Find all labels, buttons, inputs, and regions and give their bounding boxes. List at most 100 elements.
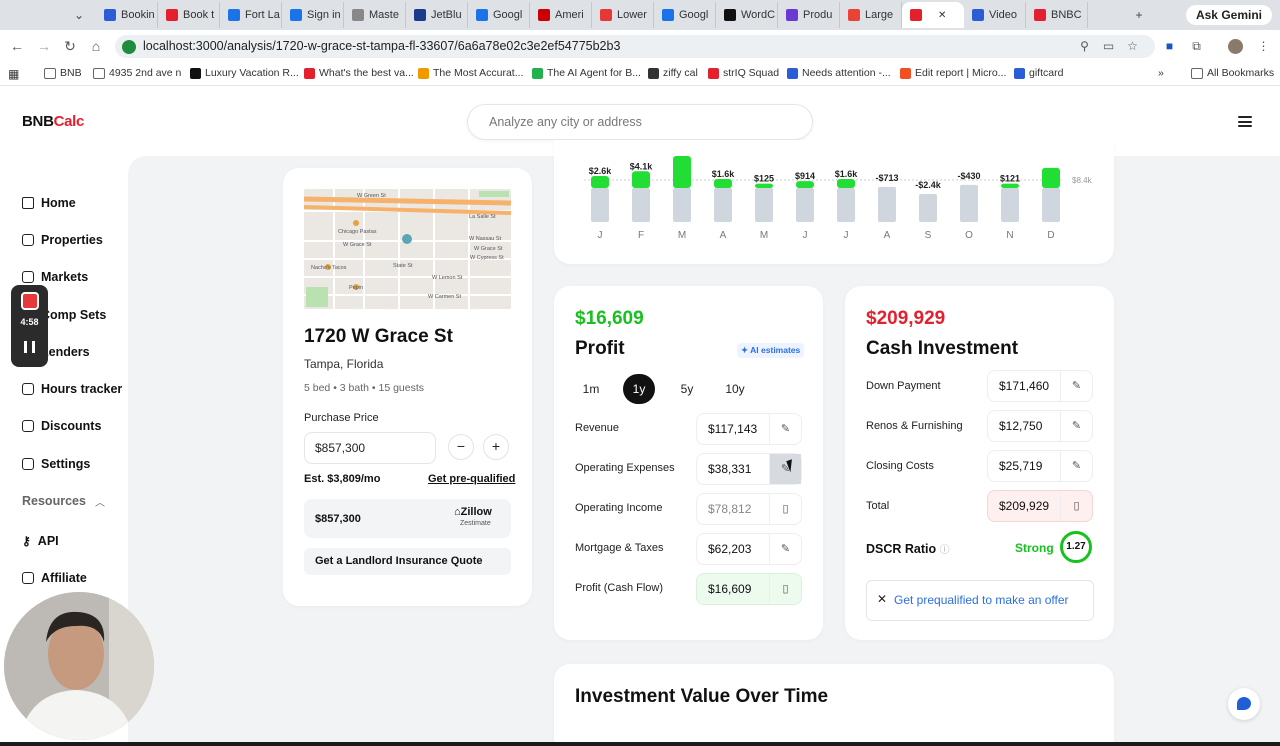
ai-estimates-badge[interactable]: ✦ AI estimates [737, 343, 805, 358]
edit-icon[interactable]: ✎ [1060, 411, 1092, 441]
period-1y[interactable]: 1y [623, 374, 655, 404]
close-icon[interactable]: ✕ [877, 592, 887, 606]
bookmark-item[interactable]: Luxury Vacation R... [190, 67, 299, 79]
site-info-icon[interactable] [122, 40, 136, 54]
bookmark-item[interactable]: Edit report | Micro... [900, 67, 1006, 79]
bookmark-item[interactable]: Needs attention -... [787, 67, 891, 79]
sidebar-item-markets[interactable]: Markets [22, 270, 88, 284]
sidebar-item-settings[interactable]: Settings [22, 457, 90, 471]
browser-tab[interactable]: Lower [592, 2, 654, 28]
profit-value: $16,609 [575, 308, 644, 329]
cash-row-value[interactable]: $171,460 ✎ [987, 370, 1093, 402]
sidebar-item-home[interactable]: Home [22, 196, 76, 210]
period-5y[interactable]: 5y [671, 374, 703, 404]
browser-tab[interactable]: Video [964, 2, 1026, 28]
chart-bar[interactable] [1042, 167, 1060, 188]
sidebar-item-affiliate[interactable]: Affiliate [22, 571, 87, 585]
home-icon[interactable]: ⌂ [88, 38, 104, 54]
browser-tab[interactable]: Fort La [220, 2, 282, 28]
browser-tab[interactable]: WordC [716, 2, 778, 28]
browser-tab[interactable]: ✕ [902, 2, 964, 28]
tab-search-icon[interactable]: ⌄ [70, 6, 88, 24]
bookmark-item[interactable]: BNB [44, 67, 82, 79]
sidebar-item-hours-tracker[interactable]: Hours tracker [22, 382, 122, 396]
bookmark-item[interactable]: 4935 2nd ave n [93, 67, 181, 79]
forward-icon[interactable]: → [36, 38, 52, 54]
bookmark-item[interactable]: giftcard [1014, 67, 1063, 79]
browser-tab[interactable]: Googl [468, 2, 530, 28]
reload-icon[interactable]: ↻ [62, 38, 78, 54]
purchase-price-input[interactable]: $857,300 [304, 432, 436, 464]
period-1m[interactable]: 1m [575, 374, 607, 404]
sidebar-item-discounts[interactable]: Discounts [22, 419, 101, 433]
profit-row-value[interactable]: $117,143 ✎ [696, 413, 802, 445]
browser-tab[interactable]: Produ [778, 2, 840, 28]
period-10y[interactable]: 10y [719, 374, 751, 404]
bookmark-item[interactable]: strIQ Squad [708, 67, 779, 79]
ask-gemini-button[interactable]: Ask Gemini [1185, 5, 1272, 25]
browser-tab[interactable]: Sign in [282, 2, 344, 28]
browser-tab[interactable]: BNBC [1026, 2, 1088, 28]
hamburger-menu-icon[interactable] [1238, 116, 1252, 127]
chart-bar[interactable] [755, 183, 773, 188]
chart-bar[interactable] [796, 181, 814, 188]
chart-bar[interactable] [837, 179, 855, 188]
increase-price-button[interactable]: + [483, 434, 509, 460]
profit-row-value[interactable]: $62,203 ✎ [696, 533, 802, 565]
decrease-price-button[interactable]: − [448, 434, 474, 460]
zoom-icon[interactable]: ⚲ [1077, 39, 1092, 54]
cash-row-value[interactable]: $25,719 ✎ [987, 450, 1093, 482]
chart-bar[interactable] [714, 179, 732, 188]
install-icon[interactable]: ▭ [1101, 39, 1116, 54]
edit-icon[interactable]: ✎ [769, 534, 801, 564]
browser-tab[interactable]: Maste [344, 2, 406, 28]
sidebar-item-properties[interactable]: Properties [22, 233, 103, 247]
extension-bitwarden-icon[interactable]: ■ [1162, 39, 1177, 54]
resources-section-label[interactable]: Resources [22, 494, 86, 508]
bnbcalc-logo[interactable]: BNBCalc [22, 113, 84, 130]
chat-button[interactable] [1228, 688, 1260, 720]
browser-tab[interactable]: Bookin [96, 2, 158, 28]
url-field[interactable]: localhost:3000/analysis/1720-w-grace-st-… [115, 35, 1155, 58]
profile-avatar[interactable] [1228, 39, 1243, 54]
close-tab-icon[interactable]: ✕ [938, 10, 946, 21]
city-address-search-input[interactable]: Analyze any city or address [467, 104, 813, 140]
edit-icon[interactable]: ✎ [769, 414, 801, 444]
bookmark-item[interactable]: What's the best va... [304, 67, 414, 79]
chart-bar[interactable] [673, 156, 691, 188]
sidebar-item-api[interactable]: ⚷ API [22, 534, 59, 548]
chart-bar[interactable] [591, 175, 609, 188]
bookmark-item[interactable]: ziffy cal [648, 67, 698, 79]
get-prequalified-link[interactable]: Get pre-qualified [428, 473, 515, 485]
bookmark-item[interactable]: The AI Agent for B... [532, 67, 641, 79]
monthly-profit-chart: $8.4k $2.6k J $4.1k F M $1.6k A $125 M $914 J $1.6k J… [584, 156, 1093, 241]
browser-menu-icon[interactable]: ⋮ [1256, 39, 1271, 54]
pause-icon[interactable] [24, 341, 35, 353]
cash-row-value[interactable]: $12,750 ✎ [987, 410, 1093, 442]
new-tab-button[interactable]: + [1130, 6, 1148, 24]
bookmark-star-icon[interactable]: ☆ [1125, 39, 1140, 54]
browser-tab[interactable]: Large [840, 2, 902, 28]
info-icon[interactable]: ⓘ [940, 545, 950, 556]
chart-bar[interactable] [632, 171, 650, 188]
stop-recording-icon[interactable] [21, 292, 39, 310]
bookmark-item[interactable]: The Most Accurat... [418, 67, 523, 79]
browser-tab[interactable]: Googl [654, 2, 716, 28]
edit-icon[interactable]: ✎ [1060, 371, 1092, 401]
chevron-up-icon[interactable]: ︿ [95, 494, 105, 509]
profit-row-value[interactable]: $38,331 ✎ [696, 453, 802, 485]
landlord-insurance-button[interactable]: Get a Landlord Insurance Quote [304, 548, 511, 575]
browser-tab[interactable]: JetBlu [406, 2, 468, 28]
more-bookmarks-icon[interactable]: » [1158, 67, 1164, 79]
browser-tab[interactable]: Ameri [530, 2, 592, 28]
apps-grid-icon[interactable]: ▦ [8, 67, 19, 81]
edit-icon[interactable]: ✎ [1060, 451, 1092, 481]
profit-title: Profit [575, 338, 625, 359]
extensions-icon[interactable]: ⧉ [1189, 39, 1204, 54]
back-icon[interactable]: ← [9, 38, 25, 54]
chart-bar[interactable] [1001, 183, 1019, 188]
browser-tab[interactable]: Book t [158, 2, 220, 28]
prequalify-offer-link[interactable]: Get prequalified to make an offer [894, 593, 1069, 607]
bookmark-item[interactable]: All Bookmarks [1191, 67, 1274, 79]
cash-row-label: Down Payment [866, 380, 941, 392]
